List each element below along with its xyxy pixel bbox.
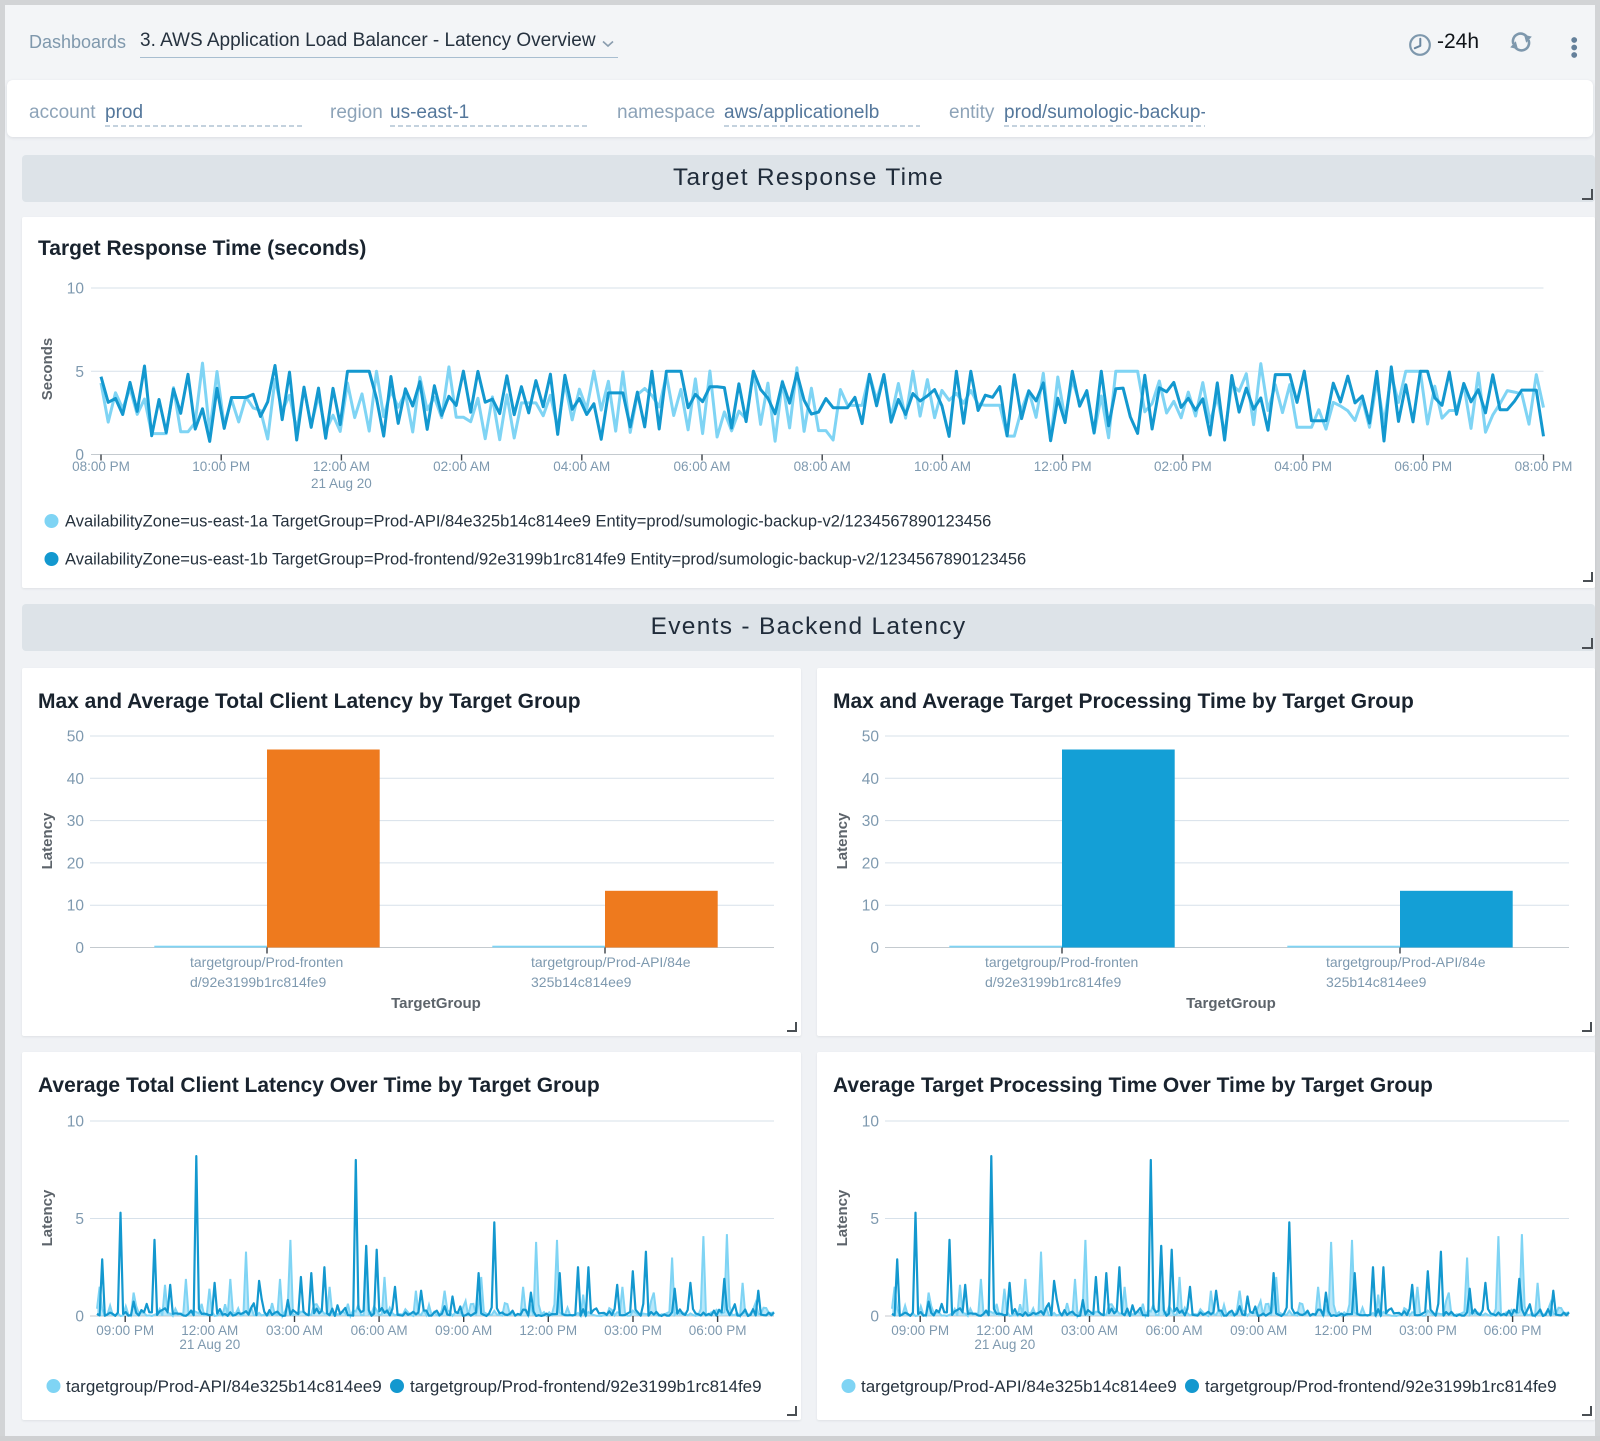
svg-text:02:00 AM: 02:00 AM <box>433 459 490 474</box>
svg-text:10: 10 <box>67 281 85 298</box>
svg-text:04:00 PM: 04:00 PM <box>1274 459 1332 474</box>
svg-text:0: 0 <box>75 940 84 957</box>
svg-text:50: 50 <box>67 729 85 746</box>
svg-text:10:00 PM: 10:00 PM <box>192 459 250 474</box>
svg-text:d/92e3199b1rc814fe9: d/92e3199b1rc814fe9 <box>190 974 326 990</box>
svg-text:targetgroup/Prod-frontend/92e3: targetgroup/Prod-frontend/92e3199b1rc814… <box>410 1377 762 1396</box>
svg-text:10: 10 <box>862 898 880 915</box>
svg-text:12:00 PM: 12:00 PM <box>1314 1323 1372 1338</box>
svg-text:Latency: Latency <box>39 1189 56 1246</box>
svg-text:targetgroup/Prod-frontend/92e3: targetgroup/Prod-frontend/92e3199b1rc814… <box>1205 1377 1557 1396</box>
svg-text:03:00 AM: 03:00 AM <box>266 1323 323 1338</box>
svg-text:Seconds: Seconds <box>39 338 56 401</box>
svg-text:21 Aug 20: 21 Aug 20 <box>179 1337 240 1352</box>
svg-text:06:00 PM: 06:00 PM <box>1484 1323 1542 1338</box>
svg-text:Latency: Latency <box>39 812 56 869</box>
svg-text:50: 50 <box>862 729 880 746</box>
svg-text:targetgroup/Prod-API/84e: targetgroup/Prod-API/84e <box>531 954 691 970</box>
svg-text:5: 5 <box>75 364 84 381</box>
svg-text:06:00 AM: 06:00 AM <box>351 1323 408 1338</box>
svg-text:targetgroup/Prod-fronten: targetgroup/Prod-fronten <box>985 954 1138 970</box>
svg-text:Target Response Time (seconds): Target Response Time (seconds) <box>38 237 366 260</box>
svg-text:21 Aug 20: 21 Aug 20 <box>311 476 372 491</box>
svg-text:10: 10 <box>67 1114 85 1131</box>
svg-text:5: 5 <box>870 1211 879 1228</box>
svg-text:02:00 PM: 02:00 PM <box>1154 459 1212 474</box>
svg-text:06:00 AM: 06:00 AM <box>673 459 730 474</box>
svg-text:08:00 PM: 08:00 PM <box>72 459 130 474</box>
svg-text:12:00 AM: 12:00 AM <box>181 1323 238 1338</box>
svg-text:20: 20 <box>67 855 85 872</box>
svg-text:AvailabilityZone=us-east-1b Ta: AvailabilityZone=us-east-1b TargetGroup=… <box>65 551 1026 569</box>
svg-text:325b14c814ee9: 325b14c814ee9 <box>531 974 632 990</box>
svg-text:04:00 AM: 04:00 AM <box>553 459 610 474</box>
svg-text:Average Total Client Latency O: Average Total Client Latency Over Time b… <box>38 1074 600 1097</box>
svg-text:Latency: Latency <box>834 1189 851 1246</box>
svg-text:30: 30 <box>862 813 880 830</box>
svg-text:12:00 AM: 12:00 AM <box>313 459 370 474</box>
svg-text:targetgroup/Prod-API/84e: targetgroup/Prod-API/84e <box>1326 954 1486 970</box>
svg-text:12:00 PM: 12:00 PM <box>519 1323 577 1338</box>
svg-text:0: 0 <box>870 940 879 957</box>
svg-text:10: 10 <box>67 898 85 915</box>
svg-text:08:00 AM: 08:00 AM <box>794 459 851 474</box>
svg-text:d/92e3199b1rc814fe9: d/92e3199b1rc814fe9 <box>985 974 1121 990</box>
svg-text:0: 0 <box>870 1309 879 1326</box>
svg-text:03:00 AM: 03:00 AM <box>1061 1323 1118 1338</box>
svg-text:5: 5 <box>75 1211 84 1228</box>
svg-text:TargetGroup: TargetGroup <box>391 995 481 1012</box>
svg-text:targetgroup/Prod-API/84e325b14: targetgroup/Prod-API/84e325b14c814ee9 <box>861 1377 1177 1396</box>
svg-text:21 Aug 20: 21 Aug 20 <box>974 1337 1035 1352</box>
svg-text:AvailabilityZone=us-east-1a Ta: AvailabilityZone=us-east-1a TargetGroup=… <box>65 513 991 531</box>
svg-text:12:00 PM: 12:00 PM <box>1034 459 1092 474</box>
svg-text:targetgroup/Prod-API/84e325b14: targetgroup/Prod-API/84e325b14c814ee9 <box>66 1377 382 1396</box>
svg-text:Latency: Latency <box>834 812 851 869</box>
svg-text:325b14c814ee9: 325b14c814ee9 <box>1326 974 1427 990</box>
svg-text:06:00 PM: 06:00 PM <box>689 1323 747 1338</box>
svg-text:09:00 PM: 09:00 PM <box>891 1323 949 1338</box>
svg-text:40: 40 <box>862 771 880 788</box>
svg-text:09:00 PM: 09:00 PM <box>96 1323 154 1338</box>
svg-text:10:00 AM: 10:00 AM <box>914 459 971 474</box>
svg-text:0: 0 <box>75 1309 84 1326</box>
svg-text:Average Target Processing Time: Average Target Processing Time Over Time… <box>833 1074 1433 1097</box>
svg-text:06:00 AM: 06:00 AM <box>1146 1323 1203 1338</box>
svg-text:06:00 PM: 06:00 PM <box>1394 459 1452 474</box>
svg-text:03:00 PM: 03:00 PM <box>604 1323 662 1338</box>
svg-text:Max and Average Target Process: Max and Average Target Processing Time b… <box>833 690 1414 713</box>
svg-text:Max and Average Total Client L: Max and Average Total Client Latency by … <box>38 690 581 713</box>
svg-text:12:00 AM: 12:00 AM <box>976 1323 1033 1338</box>
svg-text:20: 20 <box>862 855 880 872</box>
svg-text:targetgroup/Prod-fronten: targetgroup/Prod-fronten <box>190 954 343 970</box>
svg-text:03:00 PM: 03:00 PM <box>1399 1323 1457 1338</box>
svg-text:08:00 PM: 08:00 PM <box>1515 459 1573 474</box>
svg-text:30: 30 <box>67 813 85 830</box>
svg-text:10: 10 <box>862 1114 880 1131</box>
svg-text:09:00 AM: 09:00 AM <box>435 1323 492 1338</box>
svg-text:09:00 AM: 09:00 AM <box>1230 1323 1287 1338</box>
svg-text:TargetGroup: TargetGroup <box>1186 995 1276 1012</box>
svg-text:40: 40 <box>67 771 85 788</box>
